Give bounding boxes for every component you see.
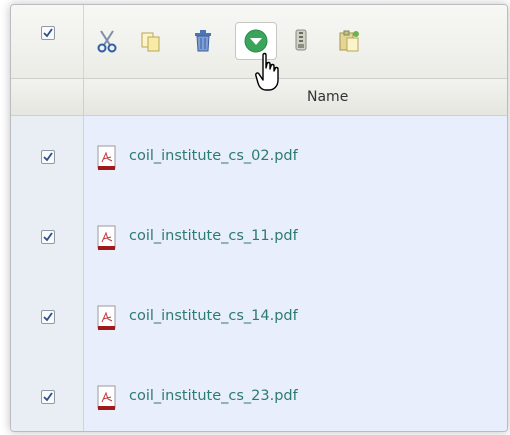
zip-icon (295, 29, 307, 51)
row-checkbox[interactable] (41, 150, 55, 164)
file-name-link[interactable]: coil_institute_cs_11.pdf (129, 228, 298, 244)
toolbar-divider (83, 5, 84, 78)
hand-cursor-icon (255, 52, 279, 91)
table-row[interactable]: coil_institute_cs_11.pdf (11, 218, 507, 258)
copy-icon (141, 32, 160, 52)
file-name-link[interactable]: coil_institute_cs_14.pdf (129, 308, 298, 324)
scissors-icon (97, 30, 117, 53)
checkmark-icon (43, 28, 53, 38)
file-name-link[interactable]: coil_institute_cs_23.pdf (129, 388, 298, 404)
row-checkbox[interactable] (41, 310, 55, 324)
select-all-checkbox[interactable] (41, 26, 55, 40)
table-row[interactable]: coil_institute_cs_23.pdf (11, 378, 507, 418)
compress-button[interactable] (285, 25, 317, 57)
table-row[interactable]: coil_institute_cs_14.pdf (11, 298, 507, 338)
checkmark-icon (43, 152, 53, 162)
pdf-file-icon (97, 225, 116, 250)
name-column-header[interactable]: Name (307, 89, 348, 105)
row-checkbox[interactable] (41, 390, 55, 404)
pdf-file-icon (97, 385, 116, 410)
paste-button[interactable] (333, 25, 365, 57)
file-manager-window: Name coil_institute_cs_02.pdf coil_insti… (10, 4, 508, 432)
file-list: coil_institute_cs_02.pdf coil_institute_… (11, 116, 507, 431)
checkmark-icon (43, 312, 53, 322)
checkmark-icon (43, 232, 53, 242)
pdf-file-icon (97, 145, 116, 170)
copy-button[interactable] (135, 25, 167, 57)
delete-button[interactable] (187, 25, 219, 57)
header-checkbox-column (11, 79, 84, 115)
paste-icon (339, 30, 359, 52)
table-row[interactable]: coil_institute_cs_02.pdf (11, 138, 507, 178)
download-icon (244, 29, 268, 53)
file-name-link[interactable]: coil_institute_cs_02.pdf (129, 148, 298, 164)
row-checkbox[interactable] (41, 230, 55, 244)
checkmark-icon (43, 392, 53, 402)
cut-button[interactable] (91, 25, 123, 57)
pdf-file-icon (97, 305, 116, 330)
trash-icon (195, 30, 211, 52)
